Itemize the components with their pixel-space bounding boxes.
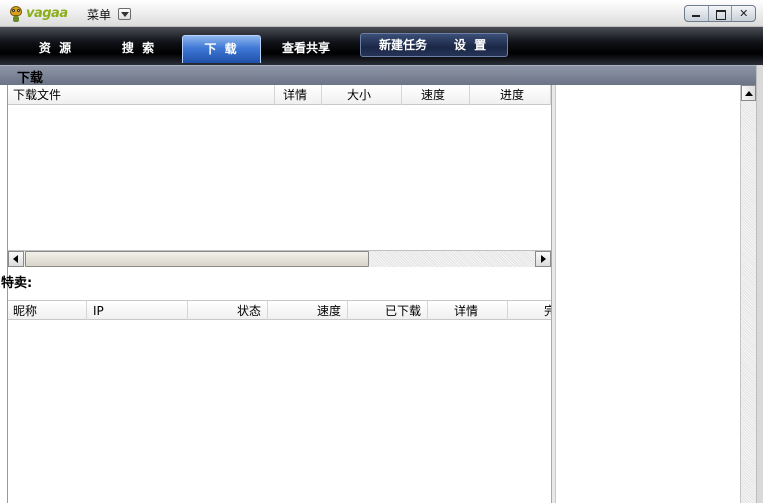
chevron-down-icon[interactable] [118, 8, 131, 20]
window-controls: ✕ [684, 5, 756, 22]
column-header-peer-details[interactable]: 详情 [428, 301, 508, 321]
title-bar: vagaa 菜单 ✕ [0, 0, 763, 27]
settings-button[interactable]: 设 置 [441, 34, 501, 56]
download-panel: 下载文件 详情 大小 速度 进度 特卖: 昵称 IP 状态 速度 已下载 详情 … [1, 85, 551, 503]
download-list-header: 下载文件 详情 大小 速度 进度 [8, 85, 551, 105]
tab-view-shared[interactable]: 查看共享 [266, 35, 346, 63]
column-header-complete[interactable]: 完 [508, 301, 551, 321]
column-header-details[interactable]: 详情 [275, 85, 322, 105]
download-list-hscrollbar[interactable] [8, 250, 551, 267]
scroll-right-icon[interactable] [535, 251, 551, 267]
column-header-size[interactable]: 大小 [322, 85, 402, 105]
maximize-icon[interactable] [709, 6, 733, 21]
section-title: 下载 [17, 71, 44, 86]
column-header-speed[interactable]: 速度 [402, 85, 470, 105]
tab-resources[interactable]: 资 源 [16, 35, 96, 63]
column-header-file[interactable]: 下载文件 [8, 85, 275, 105]
column-header-ip[interactable]: IP [87, 301, 188, 321]
peer-list-header: 昵称 IP 状态 速度 已下载 详情 完 [8, 300, 551, 321]
scroll-up-icon[interactable] [741, 85, 756, 101]
scrollbar-thumb[interactable] [25, 251, 369, 267]
tab-download[interactable]: 下 载 [182, 35, 261, 63]
scroll-left-icon[interactable] [8, 251, 24, 267]
close-icon[interactable]: ✕ [732, 6, 755, 21]
mascot-icon [8, 5, 24, 22]
special-sale-label: 特卖: [1, 276, 33, 291]
action-group: 新建任务 设 置 [360, 33, 508, 57]
side-panel [556, 85, 740, 503]
tab-search[interactable]: 搜 索 [99, 35, 179, 63]
column-header-peer-speed[interactable]: 速度 [268, 301, 348, 321]
logo-text: vagaa [26, 5, 68, 21]
side-panel-vscrollbar[interactable] [740, 85, 756, 503]
peer-list-body[interactable] [8, 320, 551, 503]
download-list-body[interactable] [8, 105, 551, 250]
window-right-edge [756, 65, 763, 503]
section-bar: 下载 [0, 65, 763, 86]
app-logo: vagaa [8, 4, 68, 22]
column-header-downloaded[interactable]: 已下载 [348, 301, 428, 321]
column-header-nickname[interactable]: 昵称 [8, 301, 87, 321]
column-header-status[interactable]: 状态 [188, 301, 268, 321]
column-header-progress[interactable]: 进度 [470, 85, 551, 105]
new-task-button[interactable]: 新建任务 [367, 34, 439, 56]
main-toolbar: 资 源 搜 索 下 载 查看共享 新建任务 设 置 [0, 27, 763, 65]
minimize-icon[interactable] [685, 6, 709, 21]
menu-button[interactable]: 菜单 [87, 6, 111, 23]
